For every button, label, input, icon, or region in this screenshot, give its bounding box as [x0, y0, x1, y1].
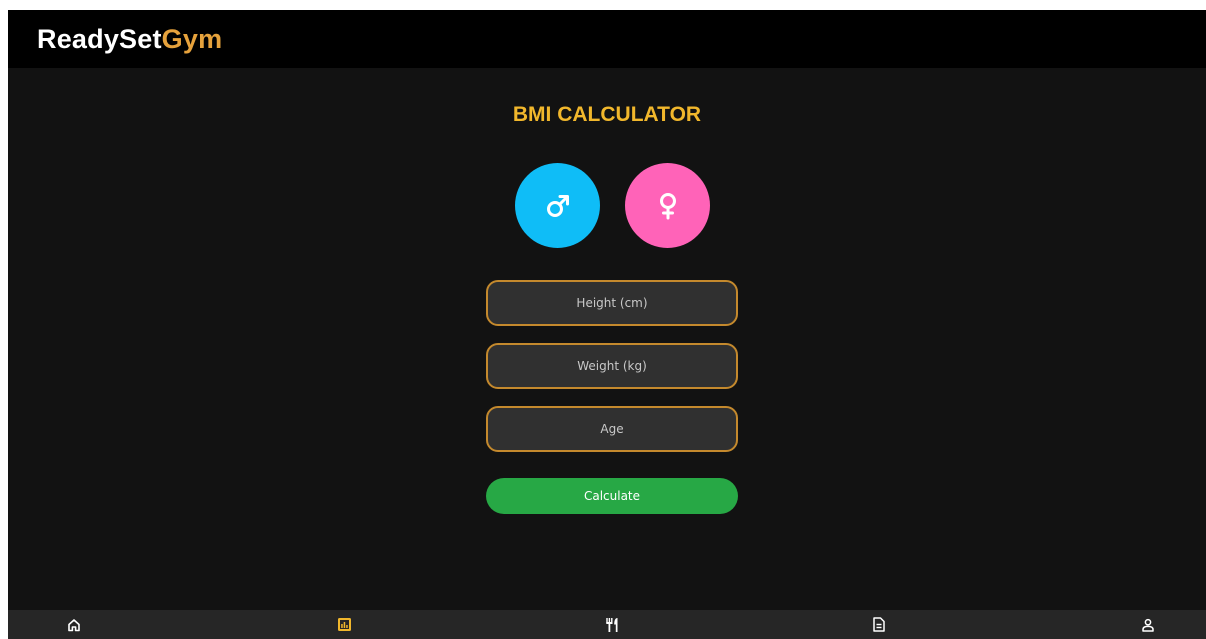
- nav-plans[interactable]: [859, 610, 899, 639]
- male-symbol-icon: [546, 194, 569, 217]
- nav-profile[interactable]: [1128, 610, 1168, 639]
- app-frame: ReadySetGym BMI CALCULATOR Calculate: [8, 10, 1206, 639]
- female-button[interactable]: [625, 163, 710, 248]
- nav-home[interactable]: [54, 610, 94, 639]
- male-button[interactable]: [515, 163, 600, 248]
- home-icon: [68, 618, 80, 631]
- bottom-navigation: [8, 610, 1206, 639]
- top-bar: ReadySetGym: [8, 10, 1206, 68]
- chart-icon: [337, 618, 351, 631]
- height-input[interactable]: [486, 280, 738, 326]
- brand-primary: ReadySet: [37, 24, 162, 54]
- nav-nutrition[interactable]: [592, 610, 632, 639]
- brand-accent: Gym: [161, 24, 223, 54]
- female-symbol-icon: [659, 192, 676, 219]
- calculate-button[interactable]: Calculate: [486, 478, 738, 514]
- document-icon: [873, 617, 885, 632]
- age-input[interactable]: [486, 406, 738, 452]
- app-logo[interactable]: ReadySetGym: [37, 26, 222, 53]
- weight-input[interactable]: [486, 343, 738, 389]
- fork-knife-icon: [606, 617, 618, 632]
- nav-bmi-stats[interactable]: [324, 610, 364, 639]
- user-icon: [1142, 618, 1154, 632]
- page-title: BMI CALCULATOR: [512, 103, 702, 126]
